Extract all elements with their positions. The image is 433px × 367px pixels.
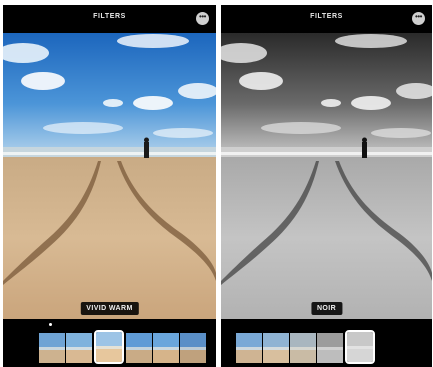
thumbnail-sky [153, 333, 179, 348]
thumbnail-sky [180, 333, 206, 348]
thumbnail-sky [236, 333, 262, 348]
thumbnail-sky [263, 333, 289, 348]
thumbnail-sky [39, 333, 65, 348]
photo-preview [221, 33, 432, 319]
screen-title: FILTERS [93, 13, 126, 20]
phone-screen-vivid-warm: FILTERS ••• VIVID WARM [3, 5, 216, 367]
filter-thumbnail-strip[interactable] [221, 319, 432, 367]
thumbnail-sand [317, 349, 343, 363]
thumbnail-list [236, 330, 377, 364]
filter-thumbnail[interactable] [236, 333, 262, 363]
thumbnail-sky [317, 333, 343, 348]
thumbnail-sand [66, 349, 92, 363]
filter-thumbnail-selected[interactable] [94, 330, 124, 364]
thumbnail-sand [180, 349, 206, 363]
top-bar: FILTERS ••• [3, 5, 216, 33]
thumbnail-sand [347, 348, 373, 362]
phone-screen-noir: FILTERS ••• NOIR [221, 5, 432, 367]
filter-name-label: NOIR [310, 302, 343, 315]
thumbnail-list [39, 330, 207, 364]
filter-thumbnail-strip[interactable] [3, 319, 216, 367]
thumbnail-sand [96, 348, 122, 362]
filter-thumbnail[interactable] [317, 333, 343, 363]
thumbnail-sky [290, 333, 316, 348]
filter-thumbnail[interactable] [126, 333, 152, 363]
ellipsis-icon: ••• [415, 11, 422, 21]
filter-thumbnail[interactable] [180, 333, 206, 363]
thumbnail-sky [347, 332, 373, 347]
screen-title: FILTERS [310, 13, 343, 20]
filter-thumbnail[interactable] [290, 333, 316, 363]
thumbnail-sand [263, 349, 289, 363]
thumbnail-sand [153, 349, 179, 363]
filter-thumbnail-selected[interactable] [345, 330, 375, 364]
thumbnail-sand [290, 349, 316, 363]
top-bar: FILTERS ••• [221, 5, 432, 33]
photo-preview [3, 33, 216, 319]
thumbnail-sand [236, 349, 262, 363]
ellipsis-icon: ••• [199, 11, 206, 21]
thumbnail-sky [96, 332, 122, 347]
filter-thumbnail[interactable] [263, 333, 289, 363]
filter-thumbnail[interactable] [66, 333, 92, 363]
more-options-button[interactable]: ••• [412, 12, 425, 25]
scroll-indicator-dot [49, 323, 52, 326]
filter-thumbnail[interactable] [39, 333, 65, 363]
thumbnail-sky [126, 333, 152, 348]
more-options-button[interactable]: ••• [196, 12, 209, 25]
thumbnail-sand [39, 349, 65, 363]
thumbnail-sky [66, 333, 92, 348]
thumbnail-sand [126, 349, 152, 363]
filter-name-label: VIVID WARM [80, 302, 139, 315]
filter-thumbnail[interactable] [153, 333, 179, 363]
